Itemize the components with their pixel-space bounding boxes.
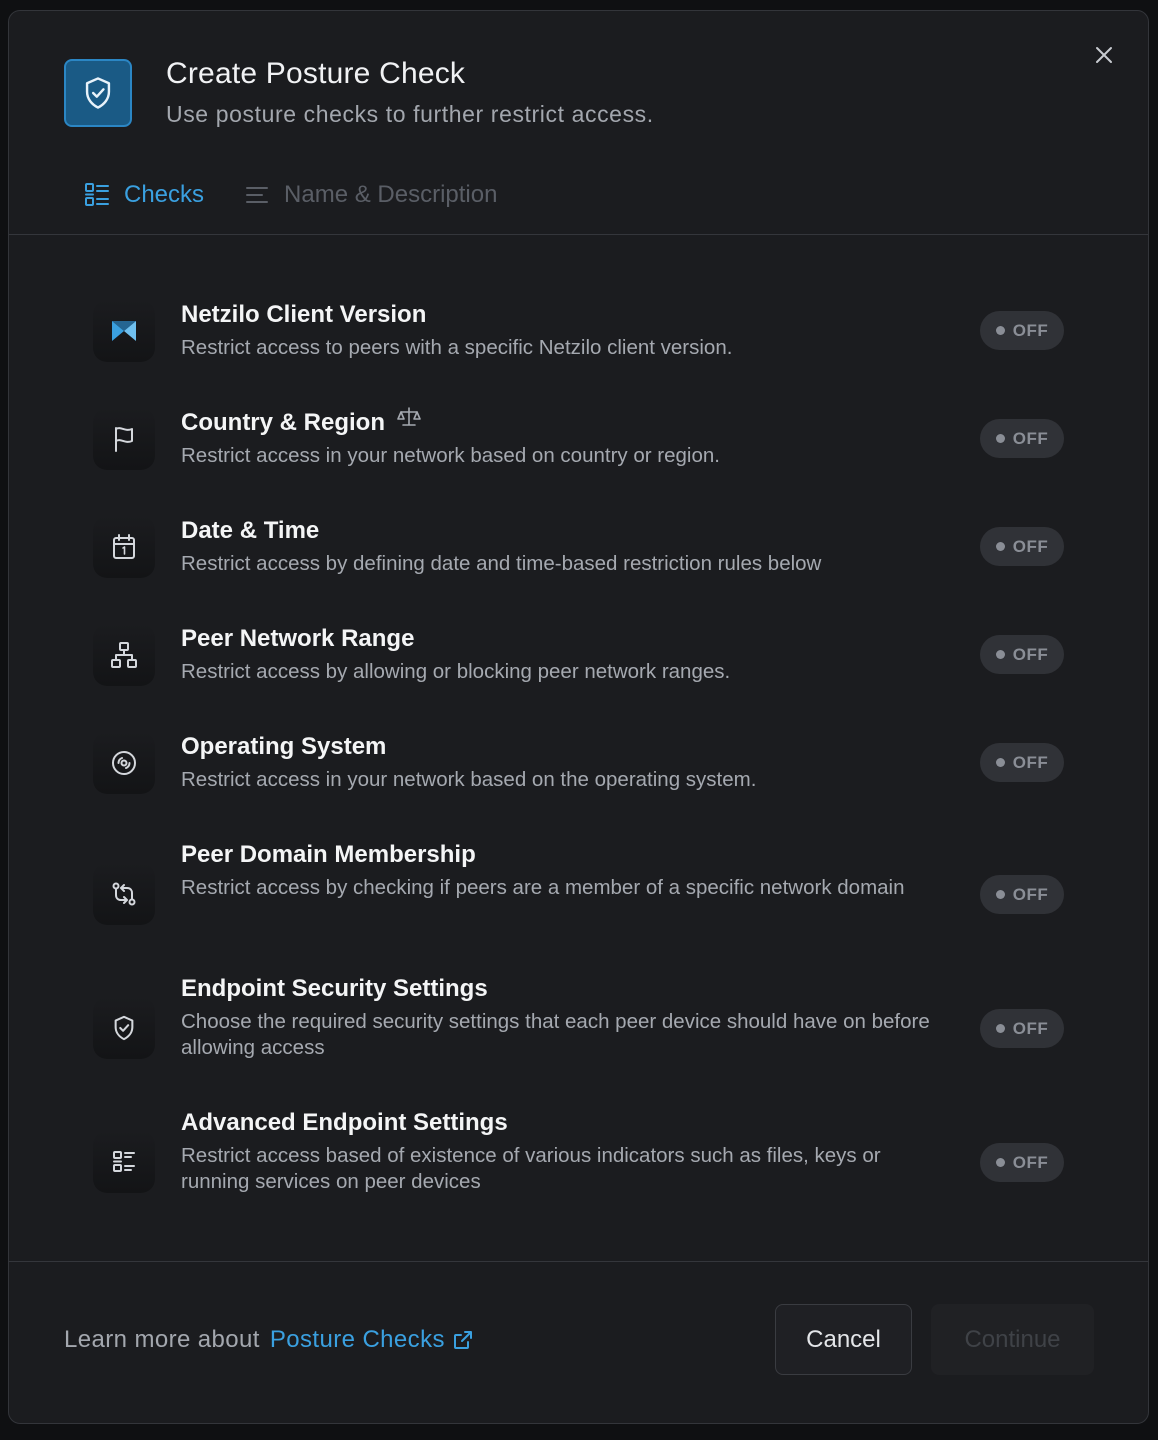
shield-check-icon xyxy=(93,997,155,1059)
check-description: Choose the required security settings th… xyxy=(181,1010,930,1059)
flag-icon xyxy=(93,408,155,470)
tab-name-description-label: Name & Description xyxy=(284,181,498,208)
check-title: Advanced Endpoint Settings xyxy=(181,1109,508,1136)
toggle-dot xyxy=(995,758,1005,767)
network-icon xyxy=(93,624,155,686)
shield-icon xyxy=(64,59,132,127)
check-title: Operating System xyxy=(181,733,387,760)
disc-icon xyxy=(93,732,155,794)
text-lines-icon xyxy=(246,187,269,203)
check-description: Restrict access in your network based on… xyxy=(181,768,757,791)
toggle-label: OFF xyxy=(1012,644,1049,664)
toggle-label: OFF xyxy=(1012,428,1049,448)
external-link-icon xyxy=(453,1331,472,1349)
check-title: Peer Domain Membership xyxy=(181,841,476,868)
scale-icon xyxy=(397,406,421,435)
toggle-dot xyxy=(995,434,1005,443)
create-posture-check-dialog: Create Posture Check Use posture checks … xyxy=(8,10,1149,1424)
learn-more-text: Learn more about xyxy=(64,1326,260,1353)
check-toggle[interactable]: OFF xyxy=(980,419,1064,458)
check-title: Peer Network Range xyxy=(181,625,415,652)
dialog-subtitle: Use posture checks to further restrict a… xyxy=(166,101,654,127)
toggle-dot xyxy=(995,650,1005,659)
cancel-button[interactable]: Cancel xyxy=(775,1304,912,1375)
close-button[interactable] xyxy=(1090,41,1118,69)
posture-checks-link-text: Posture Checks xyxy=(269,1326,445,1353)
calendar-icon xyxy=(93,516,155,578)
check-title-text: Country & Region xyxy=(181,409,385,436)
check-toggle[interactable]: OFF xyxy=(980,311,1064,350)
checks-list-icon xyxy=(85,183,109,206)
check-title: Date & Time xyxy=(181,517,320,544)
dialog-header: Create Posture Check Use posture checks … xyxy=(9,11,1148,235)
check-description: Restrict access based of existence of va… xyxy=(181,1144,881,1193)
check-title: Netzilo Client Version xyxy=(181,301,427,328)
check-description: Restrict access in your network based on… xyxy=(181,444,720,467)
toggle-dot xyxy=(995,890,1005,899)
toggle-label: OFF xyxy=(1012,884,1049,904)
toggle-label: OFF xyxy=(1012,320,1049,340)
toggle-label: OFF xyxy=(1012,1018,1049,1038)
toggle-label: OFF xyxy=(1012,752,1049,772)
check-toggle[interactable]: OFF xyxy=(980,635,1064,674)
continue-button[interactable]: Continue xyxy=(931,1304,1094,1375)
check-description: Restrict access by checking if peers are… xyxy=(181,876,905,899)
check-toggle[interactable]: OFF xyxy=(980,875,1064,914)
toggle-dot xyxy=(995,542,1005,551)
check-toggle[interactable]: OFF xyxy=(980,743,1064,782)
learn-more: Learn more about Posture Checks xyxy=(64,1326,473,1354)
check-title: Endpoint Security Settings xyxy=(181,975,488,1002)
list-settings-icon xyxy=(93,1131,155,1193)
tab-name-description[interactable]: Name & Description xyxy=(244,181,497,209)
toggle-label: OFF xyxy=(1012,536,1049,556)
check-toggle[interactable]: OFF xyxy=(980,1143,1064,1182)
tab-checks-label: Checks xyxy=(124,181,205,208)
domain-icon xyxy=(93,863,155,925)
check-title: Country & Region xyxy=(181,406,421,437)
tab-bar: Checks Name & Description xyxy=(84,181,497,209)
toggle-label: OFF xyxy=(1012,1152,1049,1172)
netzilo-logo-icon xyxy=(93,300,155,362)
toggle-dot xyxy=(995,326,1005,335)
check-description: Restrict access by allowing or blocking … xyxy=(181,660,731,683)
tab-checks[interactable]: Checks xyxy=(84,181,204,209)
toggle-dot xyxy=(995,1024,1005,1033)
dialog-footer: Learn more about Posture Checks Cancel C… xyxy=(9,1261,1148,1423)
toggle-dot xyxy=(995,1158,1005,1167)
check-toggle[interactable]: OFF xyxy=(980,527,1064,566)
dialog-title: Create Posture Check xyxy=(166,57,466,90)
check-description: Restrict access to peers with a specific… xyxy=(181,336,733,359)
close-icon xyxy=(1096,47,1112,63)
check-toggle[interactable]: OFF xyxy=(980,1009,1064,1048)
check-description: Restrict access by defining date and tim… xyxy=(181,552,822,575)
posture-checks-link[interactable]: Posture Checks xyxy=(270,1326,473,1354)
